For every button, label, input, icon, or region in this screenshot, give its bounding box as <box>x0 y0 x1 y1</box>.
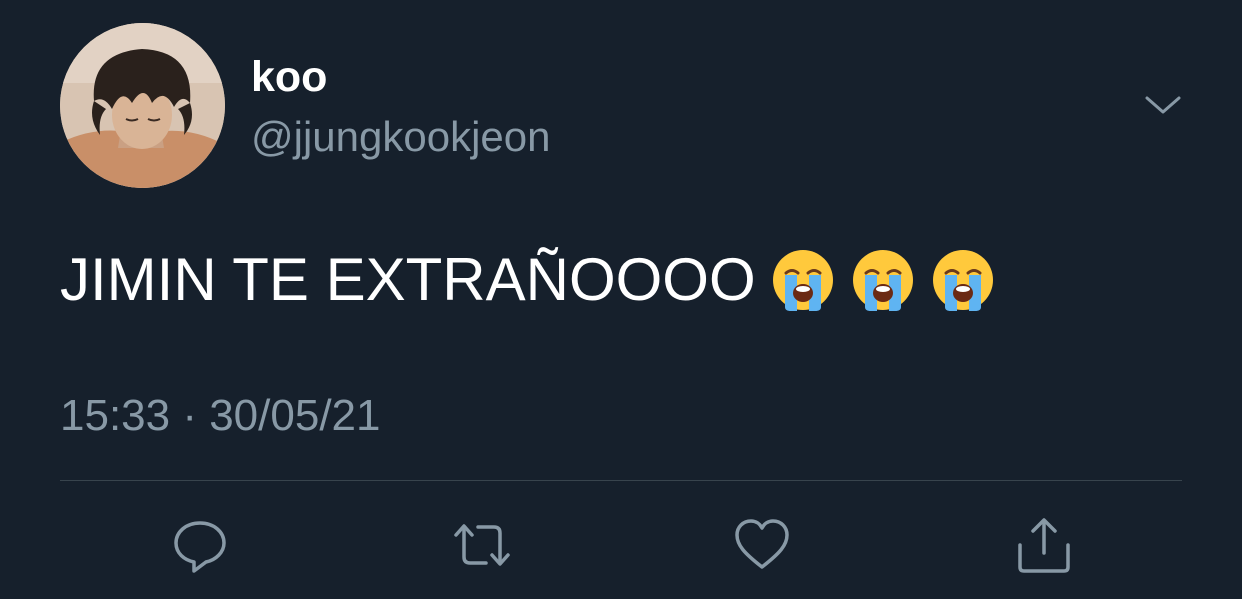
loudly-crying-face-emoji <box>770 247 836 313</box>
heart-icon <box>735 519 789 569</box>
retweet-button[interactable] <box>450 513 514 577</box>
user-handle[interactable]: @jjungkookjeon <box>251 112 551 162</box>
chevron-down-icon <box>1145 96 1181 114</box>
more-options-button[interactable] <box>1140 85 1186 125</box>
retweet-icon <box>454 524 510 566</box>
tweet-body: JIMIN TE EXTRAÑOOOO <box>60 244 996 316</box>
display-name[interactable]: koo <box>251 52 327 102</box>
speech-bubble-icon <box>174 521 226 573</box>
like-button[interactable] <box>730 513 794 577</box>
avatar[interactable] <box>60 23 225 188</box>
tweet-text: JIMIN TE EXTRAÑOOOO <box>60 246 756 313</box>
share-icon <box>1018 518 1070 573</box>
loudly-crying-face-emoji <box>850 247 916 313</box>
share-button[interactable] <box>1012 513 1076 577</box>
tweet-card: koo @jjungkookjeon JIMIN TE EXTRAÑOOOO 1… <box>0 0 1242 599</box>
tweet-timestamp[interactable]: 15:33 · 30/05/21 <box>60 390 380 442</box>
loudly-crying-face-emoji <box>930 247 996 313</box>
profile-photo <box>60 23 225 188</box>
reply-button[interactable] <box>168 513 232 577</box>
divider <box>60 480 1182 481</box>
